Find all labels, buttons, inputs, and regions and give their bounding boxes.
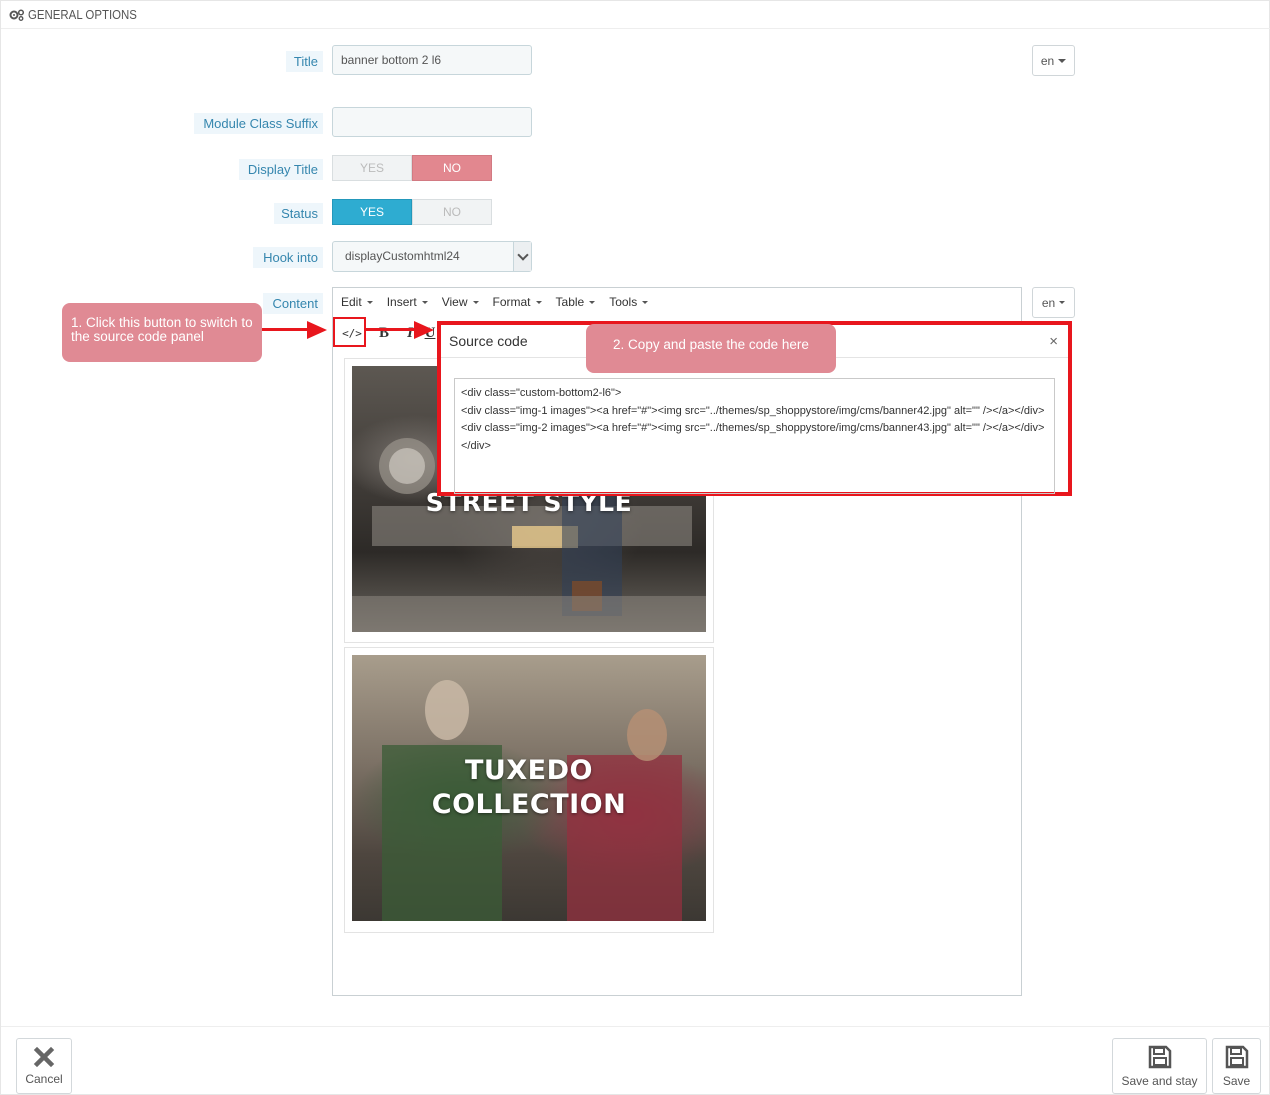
status-no-option[interactable]: NO [412,199,492,225]
module-class-suffix-input[interactable] [332,107,532,137]
caret-down-icon [535,300,542,304]
save-button[interactable]: Save [1212,1038,1261,1094]
general-options-panel: GENERAL OPTIONS Title banner bottom 2 l6… [0,0,1270,1095]
content-label: Content [263,293,323,314]
cancel-button[interactable]: Cancel [16,1038,72,1094]
menu-table[interactable]: Table [556,295,596,309]
arrow-right-icon [307,321,327,339]
step1-callout: 1. Click this button to switch to the so… [62,303,262,362]
menu-tools-label: Tools [609,295,638,309]
caret-down-icon [421,300,428,304]
title-language-dropdown[interactable]: en [1032,45,1075,76]
content-language-value: en [1041,295,1056,310]
menu-table-label: Table [555,295,585,309]
title-label: Title [286,51,323,72]
display-title-yes-option[interactable]: YES [332,155,412,181]
cancel-label: Cancel [25,1072,63,1086]
caret-down-icon [642,300,649,304]
menu-format-label: Format [492,295,531,309]
source-code-textarea[interactable]: <div class="custom-bottom2-l6"> <div cla… [454,378,1055,494]
tuxedo-text: TUXEDO [465,755,593,786]
save-label: Save [1222,1074,1251,1088]
close-icon[interactable]: × [1049,333,1058,350]
save-and-stay-label: Save and stay [1121,1074,1198,1088]
menu-edit-label: Edit [341,295,362,309]
models-graphic [382,680,682,921]
select-arrow-icon [513,242,531,271]
menu-tools[interactable]: Tools [609,295,649,309]
arrow-right-icon [414,321,434,339]
title-input[interactable]: banner bottom 2 l6 [332,45,532,75]
save-icon [1148,1045,1171,1069]
menu-insert[interactable]: Insert [387,295,428,309]
panel-heading: GENERAL OPTIONS [1,1,1270,29]
display-title-no-option[interactable]: NO [412,155,492,181]
caret-down-icon [472,300,479,304]
menu-edit[interactable]: Edit [341,295,373,309]
menu-format[interactable]: Format [493,295,542,309]
caret-down-icon [1058,58,1067,63]
step2-callout: 2. Copy and paste the code here [586,324,836,373]
hook-into-value: displayCustomhtml24 [345,249,460,263]
caret-down-icon [1059,301,1066,304]
arrow-line-2 [366,328,416,331]
hook-into-label: Hook into [253,247,323,268]
menu-view[interactable]: View [442,295,479,309]
caret-down-icon [366,300,373,304]
collection-text: COLLECTION [431,789,627,820]
display-title-switch[interactable]: YES NO [332,155,492,181]
panel-title: GENERAL OPTIONS [28,7,137,22]
menu-insert-label: Insert [386,295,417,309]
content-language-dropdown[interactable]: en [1032,287,1075,318]
save-and-stay-button[interactable]: Save and stay [1112,1038,1207,1094]
editor-menubar: Edit Insert View Format Table Tools [333,288,1021,316]
source-button-highlight [333,317,366,347]
arrow-line-1 [262,328,310,331]
status-yes-option[interactable]: YES [332,199,412,225]
menu-view-label: View [441,295,468,309]
module-class-suffix-label: Module Class Suffix [194,113,323,134]
form-footer: Cancel Save and stay Save [1,1026,1270,1095]
hook-into-select[interactable]: displayCustomhtml24 [332,241,532,272]
status-label: Status [274,203,323,224]
cogs-icon [9,8,25,21]
banner-image-tuxedo-collection[interactable]: TUXEDO COLLECTION [352,655,706,921]
close-icon [33,1046,55,1068]
status-switch[interactable]: YES NO [332,199,492,225]
source-code-dialog-title: Source code [449,333,528,349]
caret-down-icon [589,300,596,304]
save-icon [1225,1045,1248,1069]
display-title-label: Display Title [239,159,323,180]
title-language-value: en [1040,53,1055,68]
bold-button[interactable]: B [371,320,397,346]
